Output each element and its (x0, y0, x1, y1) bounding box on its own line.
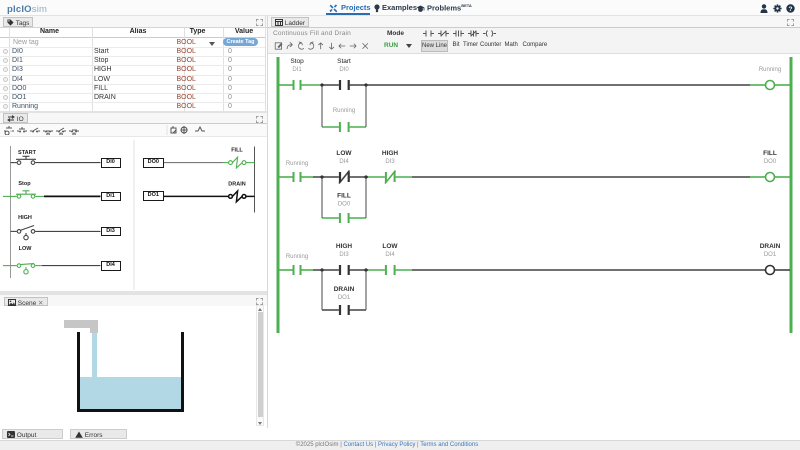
svg-text:DI3: DI3 (339, 252, 349, 258)
svg-text:Running: Running (286, 161, 308, 167)
svg-text:HIGH: HIGH (336, 243, 353, 250)
svg-text:DO0: DO0 (338, 202, 351, 208)
svg-text:LOW: LOW (382, 243, 398, 250)
svg-text:DRAIN: DRAIN (228, 182, 245, 188)
svg-text:Stop: Stop (290, 58, 304, 65)
svg-text:DI4: DI4 (339, 159, 349, 165)
svg-text:DO1: DO1 (764, 252, 777, 258)
svg-text:START: START (18, 150, 37, 156)
svg-text:HIGH: HIGH (382, 150, 399, 157)
svg-text:FILL: FILL (231, 148, 243, 154)
svg-text:DI4: DI4 (385, 252, 395, 258)
svg-text:DI1: DI1 (292, 67, 302, 73)
svg-text:DRAIN: DRAIN (334, 286, 355, 293)
svg-text:DI0: DI0 (339, 67, 349, 73)
svg-text:HIGH: HIGH (18, 215, 32, 221)
svg-text:DO1: DO1 (338, 295, 351, 301)
svg-text:Running: Running (286, 254, 308, 260)
svg-text:FILL: FILL (763, 150, 777, 157)
svg-text:DRAIN: DRAIN (760, 243, 781, 250)
svg-text:Start: Start (337, 58, 351, 65)
svg-text:Stop: Stop (18, 181, 31, 187)
svg-text:LOW: LOW (336, 150, 352, 157)
svg-text:DO0: DO0 (764, 159, 777, 165)
svg-text:DI3: DI3 (385, 159, 395, 165)
svg-text:LOW: LOW (19, 246, 33, 252)
svg-text:?: ? (789, 6, 793, 13)
svg-text:Running: Running (759, 67, 781, 73)
svg-text:FILL: FILL (337, 193, 351, 200)
svg-text:Running: Running (333, 108, 355, 114)
